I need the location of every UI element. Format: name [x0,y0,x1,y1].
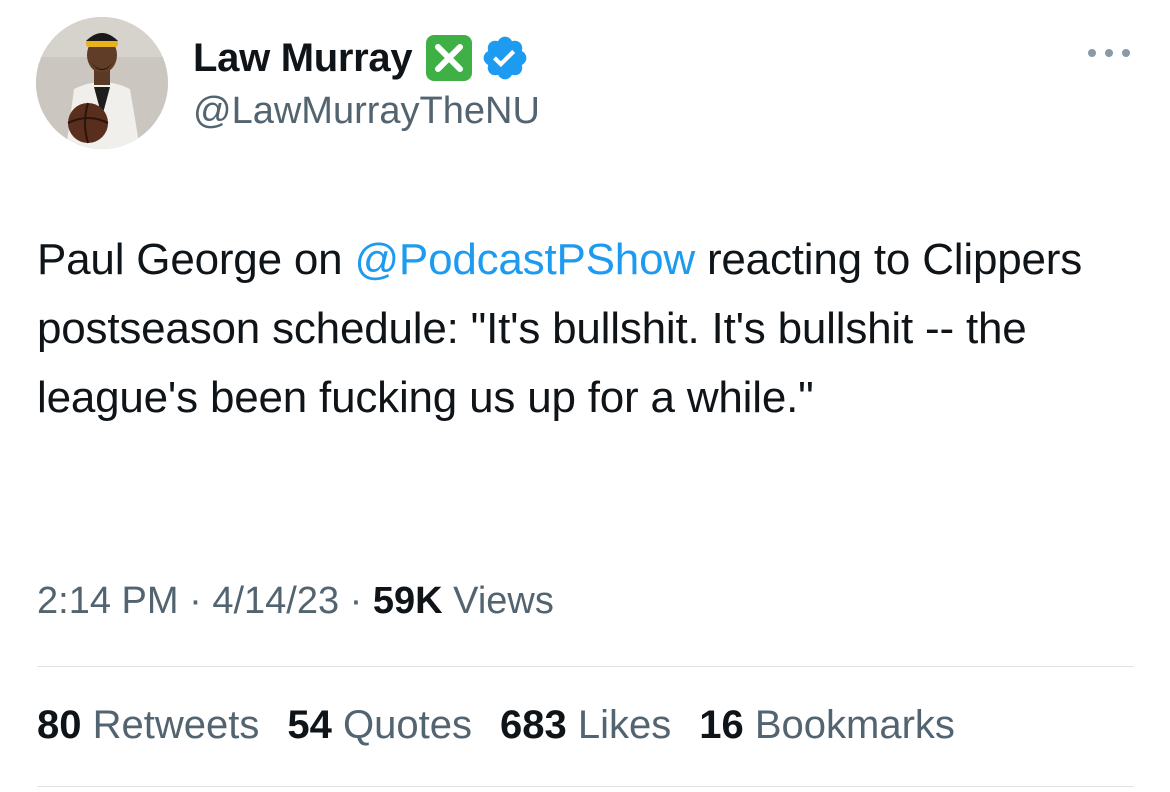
tweet-meta: 2:14 PM · 4/14/23 · 59K Views [37,580,554,623]
tweet-text-part: Paul George on [37,235,355,284]
retweets-label: Retweets [92,703,260,747]
author-handle[interactable]: @LawMurrayTheNU [193,90,540,133]
bookmarks-count: 16 [699,703,744,747]
retweets-stat[interactable]: 80 Retweets [37,703,259,748]
divider [37,666,1134,667]
likes-label: Likes [577,703,672,747]
views-label: Views [442,580,554,622]
author-name-row: Law Murray [193,30,530,86]
cross-mark-button-icon [424,33,474,83]
tweet-date[interactable]: 4/14/23 [212,580,339,622]
quotes-label: Quotes [343,703,472,747]
meta-separator: · [178,580,213,622]
profile-photo [36,17,168,149]
bookmarks-stat[interactable]: 16 Bookmarks [699,703,955,748]
tweet-text: Paul George on @PodcastPShow reacting to… [37,225,1132,432]
engagement-stats: 80 Retweets 54 Quotes 683 Likes 16 Bookm… [37,703,955,748]
quotes-count: 54 [287,703,332,747]
author-display-name[interactable]: Law Murray [193,36,413,81]
avatar[interactable] [36,17,168,149]
more-options-icon[interactable] [1086,44,1132,62]
likes-count: 683 [499,703,567,747]
verified-badge-icon[interactable] [480,33,530,83]
views-count[interactable]: 59K [373,580,443,622]
quotes-stat[interactable]: 54 Quotes [287,703,472,748]
likes-stat[interactable]: 683 Likes [500,703,671,748]
tweet-time[interactable]: 2:14 PM [37,580,179,622]
divider [37,786,1134,787]
retweets-count: 80 [37,703,82,747]
mention-link[interactable]: @PodcastPShow [354,235,695,284]
meta-separator: · [339,580,373,622]
bookmarks-label: Bookmarks [754,703,955,747]
